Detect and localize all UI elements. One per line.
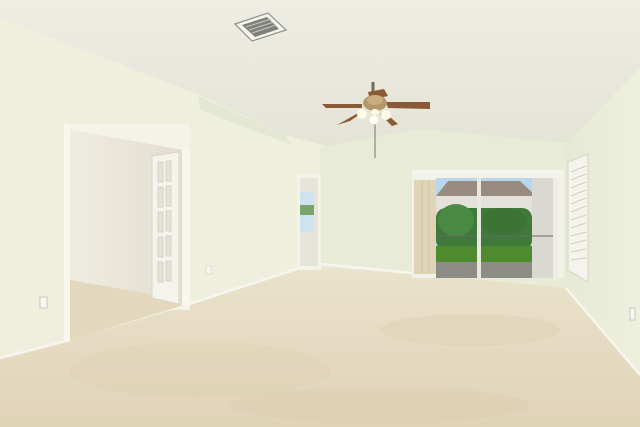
french-door [151, 151, 180, 305]
room-photo [0, 0, 640, 427]
wall-outlet [39, 296, 48, 309]
wall-outlet [205, 265, 212, 275]
sliding-glass-door [412, 170, 564, 280]
hallway-doorway [297, 174, 321, 270]
wall-outlet [629, 307, 636, 321]
shuttered-window [567, 153, 589, 283]
